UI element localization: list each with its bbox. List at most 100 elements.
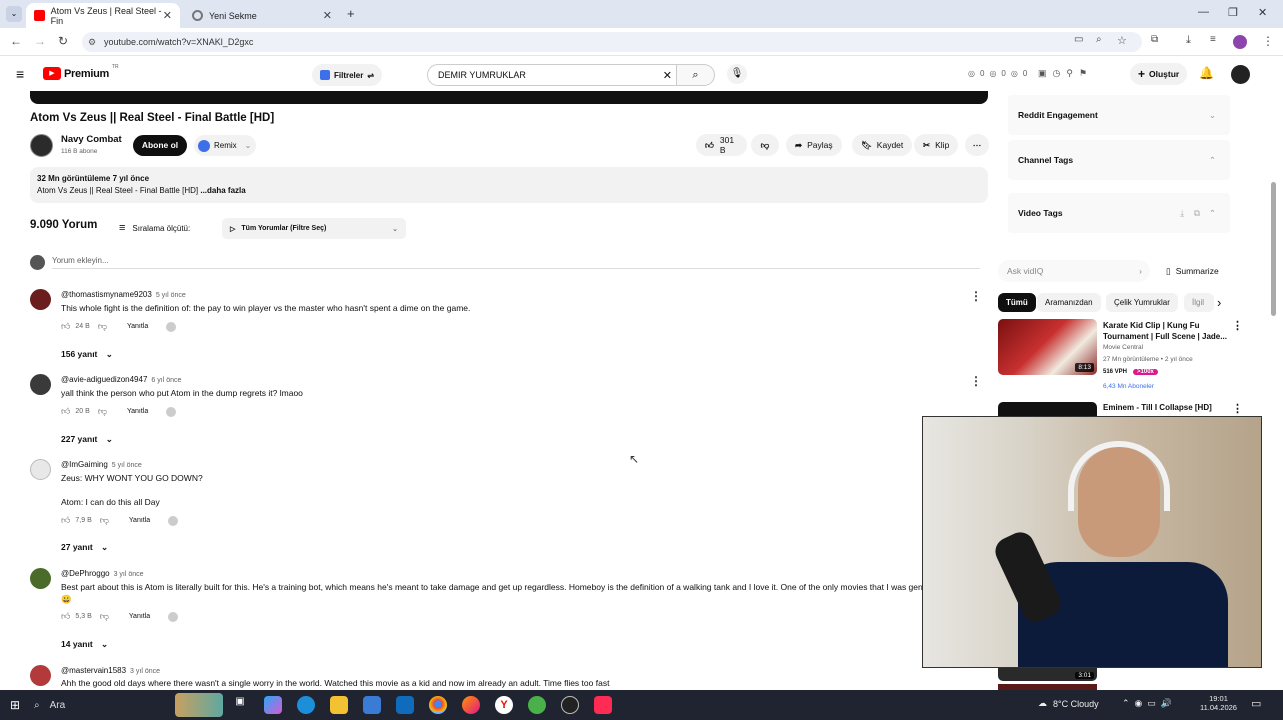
thumbs-down-icon[interactable]: 👎︎ bbox=[100, 611, 109, 622]
comment-time[interactable]: 3 yıl önce bbox=[130, 668, 160, 675]
more-actions-button[interactable]: ⋯ bbox=[965, 134, 989, 156]
channel-avatar[interactable] bbox=[30, 134, 53, 157]
remix-button[interactable]: Remix ⌄ bbox=[194, 135, 256, 156]
thumbs-down-icon[interactable]: 👎︎ bbox=[98, 406, 107, 417]
hamburger-menu-icon[interactable]: ≡ bbox=[16, 66, 24, 82]
comment-time[interactable]: 5 yıl önce bbox=[112, 462, 142, 469]
create-button[interactable]: + Oluştur bbox=[1130, 63, 1188, 85]
like-button[interactable]: 👍︎ 301 B bbox=[696, 134, 747, 156]
save-button[interactable]: 🔖︎ Kaydet bbox=[852, 134, 913, 156]
recommended-video[interactable]: Eminem - Till I Collapse [HD] ⋮ bbox=[998, 402, 1240, 416]
reading-list-icon[interactable]: ≡ bbox=[1210, 34, 1216, 45]
chrome-icon[interactable] bbox=[429, 696, 447, 714]
close-window-icon[interactable]: ✕ bbox=[1258, 6, 1267, 19]
account-avatar[interactable] bbox=[1231, 65, 1250, 84]
youtube-logo[interactable]: ▶ Premium TR bbox=[43, 64, 119, 80]
outlook-icon[interactable] bbox=[396, 696, 414, 714]
comment-avatar[interactable] bbox=[30, 289, 51, 310]
subscribe-button[interactable]: Abone ol bbox=[133, 135, 187, 156]
comment-author[interactable]: @ImGaiming bbox=[61, 460, 108, 469]
sidebar-scrollbar[interactable] bbox=[1271, 182, 1276, 316]
chrome-menu-icon[interactable]: ⋮ bbox=[1262, 34, 1274, 48]
video-menu-icon[interactable]: ⋮ bbox=[1232, 402, 1240, 415]
zoom-icon[interactable]: ⌕ bbox=[1096, 34, 1102, 45]
thumbs-up-icon[interactable]: 👍︎ bbox=[61, 515, 70, 526]
description-box[interactable]: 32 Mn görüntüleme 7 yıl önce Atom Vs Zeu… bbox=[30, 167, 988, 203]
comment-author[interactable]: @DePhroggo bbox=[61, 569, 110, 578]
minimize-icon[interactable]: — bbox=[1198, 6, 1209, 18]
firefox-icon[interactable] bbox=[462, 696, 480, 714]
video-thumbnail[interactable]: 3:01 bbox=[998, 667, 1097, 681]
vidiq-toolbar-icons[interactable]: ▣◷⚲⚑ bbox=[1038, 68, 1093, 79]
replies-toggle[interactable]: 227 yanıt ⌄ bbox=[61, 434, 113, 445]
replies-toggle[interactable]: 14 yanıt ⌄ bbox=[61, 639, 108, 650]
reload-icon[interactable]: ↻ bbox=[58, 34, 68, 48]
comment-avatar[interactable] bbox=[30, 665, 51, 686]
yandex-icon[interactable]: Y bbox=[495, 696, 513, 714]
channel-tags-panel[interactable]: Channel Tags ⌃ bbox=[1008, 140, 1230, 180]
clip-button[interactable]: ✂ Klip bbox=[914, 134, 959, 156]
edge-icon[interactable] bbox=[297, 696, 315, 714]
thumbs-up-icon[interactable]: 👍︎ bbox=[61, 321, 70, 332]
tab-active[interactable]: Atom Vs Zeus | Real Steel - Fin ✕ bbox=[26, 3, 180, 28]
video-thumbnail[interactable] bbox=[998, 402, 1097, 416]
chip-all[interactable]: Tümü bbox=[998, 293, 1036, 312]
video-tags-panel[interactable]: Video Tags ⤓ ⧉ ⌃ bbox=[1008, 193, 1230, 233]
chip-real-steel[interactable]: Çelik Yumruklar bbox=[1106, 293, 1178, 312]
reply-button[interactable]: Yanıtla bbox=[129, 517, 150, 524]
comment-time[interactable]: 3 yıl önce bbox=[114, 571, 144, 578]
new-tab-button[interactable]: + bbox=[347, 6, 355, 21]
thumbs-up-icon[interactable]: 👍︎ bbox=[61, 611, 70, 622]
vidiq-reply-icon[interactable] bbox=[166, 406, 177, 417]
file-explorer-icon[interactable] bbox=[330, 696, 348, 714]
replies-toggle[interactable]: 27 yanıt ⌄ bbox=[61, 542, 108, 553]
ask-vidiq-input[interactable]: Ask vidIQ › bbox=[998, 260, 1150, 282]
store-icon[interactable] bbox=[363, 696, 381, 714]
tab-search-dropdown[interactable]: ⌄ bbox=[6, 6, 22, 22]
notifications-bell-icon[interactable]: 🔔 bbox=[1199, 66, 1214, 80]
vidiq-reply-icon[interactable] bbox=[168, 611, 179, 622]
tiktok-icon[interactable] bbox=[594, 696, 612, 714]
channel-name[interactable]: Navy Combat bbox=[61, 134, 122, 145]
search-highlight-image[interactable] bbox=[175, 693, 223, 717]
video-player[interactable] bbox=[30, 91, 988, 104]
replies-toggle[interactable]: 156 yanıt ⌄ bbox=[61, 349, 113, 360]
restore-icon[interactable]: ❐ bbox=[1228, 6, 1238, 19]
vidiq-reply-icon[interactable] bbox=[166, 321, 177, 332]
download-icon[interactable]: ⤓ bbox=[1186, 34, 1191, 47]
add-comment-input[interactable]: Yorum ekleyin... bbox=[52, 256, 980, 269]
vidiq-reply-icon[interactable] bbox=[168, 515, 179, 526]
notification-center-icon[interactable]: ▭ bbox=[1251, 697, 1261, 710]
profile-avatar[interactable] bbox=[1233, 35, 1247, 49]
search-button[interactable]: ⌕ bbox=[677, 64, 715, 86]
show-more-link[interactable]: ...daha fazla bbox=[200, 186, 245, 195]
reply-button[interactable]: Yanıtla bbox=[127, 323, 148, 330]
clock[interactable]: 19:01 11.04.2026 bbox=[1200, 694, 1237, 712]
chatgpt-icon[interactable] bbox=[561, 696, 579, 714]
bookmark-star-icon[interactable]: ☆ bbox=[1117, 34, 1127, 47]
comment-avatar[interactable] bbox=[30, 568, 51, 589]
windows-start-icon[interactable]: ⊞ bbox=[10, 698, 20, 712]
channel-name[interactable]: Movie Central bbox=[1103, 344, 1143, 351]
forward-icon[interactable]: → bbox=[34, 34, 46, 48]
reply-button[interactable]: Yanıtla bbox=[129, 613, 150, 620]
video-title[interactable]: Eminem - Till I Collapse [HD] bbox=[1103, 403, 1212, 412]
voice-search-button[interactable]: 🎙 bbox=[727, 64, 747, 84]
summarize-button[interactable]: ▯ Summarize bbox=[1160, 260, 1225, 282]
dislike-button[interactable]: 👎︎ bbox=[751, 134, 779, 156]
extensions-icon[interactable]: ⧉ bbox=[1151, 34, 1158, 45]
comment-author[interactable]: @thomastismyname9203 bbox=[61, 290, 152, 299]
comment-avatar[interactable] bbox=[30, 374, 51, 395]
chip-related[interactable]: İlgil bbox=[1184, 293, 1214, 312]
thumbs-down-icon[interactable]: 👎︎ bbox=[98, 321, 107, 332]
video-menu-icon[interactable]: ⋮ bbox=[1232, 319, 1243, 332]
recommended-video[interactable]: 8:13 Karate Kid Clip | Kung Fu Tournamen… bbox=[998, 319, 1243, 395]
tab-new-tab[interactable]: Yeni Sekme ✕ bbox=[184, 3, 340, 28]
search-input[interactable]: DEMIR YUMRUKLAR ✕ bbox=[427, 64, 677, 86]
chip-from-search[interactable]: Aramanızdan bbox=[1037, 293, 1101, 312]
share-button[interactable]: ➦ Paylaş bbox=[786, 134, 842, 156]
close-tab-icon[interactable]: ✕ bbox=[163, 9, 172, 22]
address-bar[interactable]: ⚙ youtube.com/watch?v=XNAKl_D2gxc bbox=[82, 32, 1142, 52]
download-icon[interactable]: ⤓ bbox=[1180, 208, 1184, 219]
cast-icon[interactable]: ▭ bbox=[1074, 34, 1083, 45]
